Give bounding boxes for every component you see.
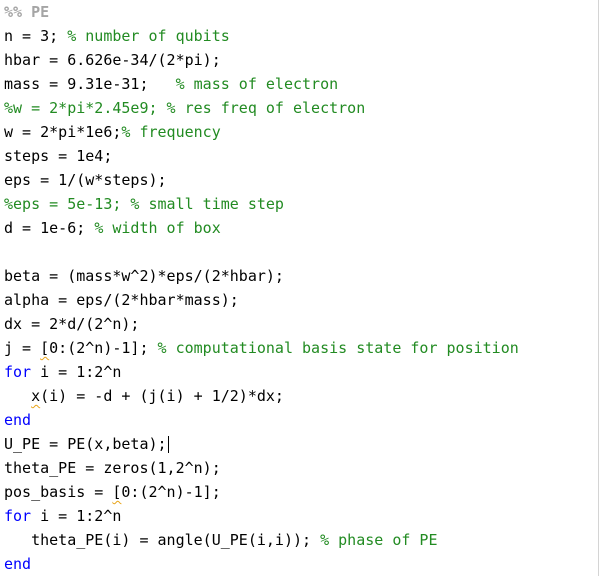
code-token: hbar = 6.626e-34/(2*pi); — [4, 51, 221, 69]
code-token: pos_basis = — [4, 483, 113, 501]
code-token: 0:(2^n)-1]; — [121, 483, 221, 501]
code-line[interactable]: end — [4, 552, 31, 576]
code-token: d = 1e-6; — [4, 219, 95, 237]
code-token: alpha = eps/(2*hbar*mass); — [4, 291, 239, 309]
warning-underlined-token: [ — [40, 339, 50, 357]
code-token: (i) = -d + (j(i) + 1/2)*dx; — [40, 387, 284, 405]
code-token: mass = 9.31e-31; — [4, 75, 176, 93]
code-token: eps = 1/(w*steps); — [4, 171, 167, 189]
code-comment: %eps = 5e-13; % small time step — [4, 195, 284, 213]
code-line[interactable]: steps = 1e4; — [4, 144, 112, 168]
code-token: beta = (mass*w^2)*eps/(2*hbar); — [4, 267, 284, 285]
code-line[interactable]: theta_PE = zeros(1,2^n); — [4, 456, 221, 480]
code-line[interactable]: %w = 2*pi*2.45e9; % res freq of electron — [4, 96, 365, 120]
code-token: theta_PE = zeros(1,2^n); — [4, 459, 221, 477]
code-line[interactable]: mass = 9.31e-31; % mass of electron — [4, 72, 338, 96]
code-comment: % frequency — [121, 123, 221, 141]
code-keyword: end — [4, 411, 32, 429]
code-token: i = 1:2^n — [31, 363, 122, 381]
code-token: theta_PE(i) = angle(U_PE(i,i)); — [4, 531, 321, 549]
code-comment: %w = 2*pi*2.45e9; % res freq of electron — [4, 99, 366, 117]
code-token: w = 2*pi*1e6; — [4, 123, 122, 141]
code-token: dx = 2*d/(2^n); — [4, 315, 140, 333]
code-keyword: for — [4, 363, 32, 381]
code-token: U_PE = PE(x,beta); — [4, 435, 167, 453]
code-editor[interactable]: %% PE n = 3; % number of qubits hbar = 6.6… — [0, 0, 599, 576]
code-comment: % mass of electron — [175, 75, 339, 93]
code-line[interactable]: d = 1e-6; % width of box — [4, 216, 221, 240]
code-line[interactable]: beta = (mass*w^2)*eps/(2*hbar); — [4, 264, 284, 288]
section-header: %% PE — [4, 3, 50, 21]
code-line[interactable]: end — [4, 408, 31, 432]
code-line[interactable]: %eps = 5e-13; % small time step — [4, 192, 284, 216]
code-comment: % width of box — [94, 219, 221, 237]
code-line[interactable]: %% PE — [4, 0, 49, 24]
code-line[interactable]: for i = 1:2^n — [4, 504, 121, 528]
code-line[interactable]: theta_PE(i) = angle(U_PE(i,i)); % phase … — [4, 528, 437, 552]
code-token: i = 1:2^n — [31, 507, 122, 525]
code-line[interactable]: x(i) = -d + (j(i) + 1/2)*dx; — [4, 384, 284, 408]
code-line[interactable]: pos_basis = [0:(2^n)-1]; — [4, 480, 221, 504]
code-token: j = — [4, 339, 41, 357]
code-keyword: for — [4, 507, 32, 525]
code-line[interactable]: U_PE = PE(x,beta); — [4, 432, 169, 456]
code-token: n = 3; — [4, 27, 68, 45]
code-line[interactable]: w = 2*pi*1e6;% frequency — [4, 120, 221, 144]
code-line[interactable]: j = [0:(2^n)-1]; % computational basis s… — [4, 336, 519, 360]
code-token: steps = 1e4; — [4, 147, 113, 165]
code-line[interactable]: dx = 2*d/(2^n); — [4, 312, 139, 336]
code-line[interactable]: alpha = eps/(2*hbar*mass); — [4, 288, 239, 312]
text-caret — [167, 436, 169, 453]
code-comment: % number of qubits — [67, 27, 230, 45]
code-line[interactable]: eps = 1/(w*steps); — [4, 168, 167, 192]
code-line[interactable]: n = 3; % number of qubits — [4, 24, 230, 48]
code-token: 0:(2^n)-1]; — [49, 339, 158, 357]
code-line[interactable]: for i = 1:2^n — [4, 360, 121, 384]
code-comment: % phase of PE — [320, 531, 438, 549]
code-keyword: end — [4, 555, 32, 573]
warning-underlined-token: x — [31, 387, 41, 405]
code-line[interactable]: hbar = 6.626e-34/(2*pi); — [4, 48, 221, 72]
code-comment: % computational basis state for position — [157, 339, 519, 357]
